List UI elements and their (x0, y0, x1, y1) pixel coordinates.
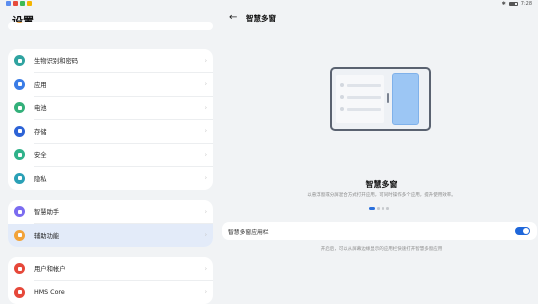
app-bar-toggle-row[interactable]: 智慧多窗应用栏 (222, 222, 537, 240)
settings-item-icon (14, 229, 25, 241)
settings-item-label: 辅助功能 (34, 232, 60, 240)
settings-item-label: 用户和帐户 (34, 266, 66, 274)
switch-knob (523, 228, 529, 234)
chevron-right-icon: › (204, 231, 207, 239)
settings-item-label: 隐私 (34, 175, 47, 183)
settings-item-label: HMS Core (34, 288, 65, 296)
settings-item[interactable]: 辅助功能 › (8, 223, 213, 247)
settings-item-icon (14, 55, 25, 67)
arrow-left-icon: ← (229, 12, 238, 23)
chevron-right-icon: › (204, 80, 207, 88)
settings-item[interactable]: HMS Core › (8, 281, 213, 304)
settings-item-icon (14, 172, 25, 184)
settings-item-label: 存储 (34, 128, 47, 136)
chevron-right-icon: › (204, 104, 207, 112)
settings-item[interactable]: 生物识别和密码 › (8, 49, 213, 73)
settings-pane: 设置 通知›生物识别和密码›应用›电池›存储›安全›隐私›智慧助手›辅助功能›用… (0, 0, 225, 304)
settings-item-label: 智慧助手 (34, 209, 60, 217)
page-dot (381, 207, 384, 210)
chevron-right-icon: › (204, 208, 207, 216)
settings-group: 通知› (8, 22, 213, 30)
chevron-right-icon: › (204, 127, 207, 135)
chevron-right-icon: › (204, 151, 207, 159)
page-dot (377, 207, 380, 210)
illustration-right-window (392, 73, 419, 125)
settings-item[interactable]: 隐私 › (8, 167, 213, 191)
illustration-divider (387, 93, 389, 103)
page-indicator (369, 207, 389, 210)
settings-item-icon (14, 22, 25, 24)
settings-item[interactable]: 智慧助手 › (8, 200, 213, 224)
chevron-right-icon: › (204, 57, 207, 65)
feature-title: 智慧多窗 (365, 180, 398, 189)
settings-item[interactable]: 通知› (8, 22, 213, 30)
settings-group: 用户和帐户 › HMS Core › (8, 257, 213, 304)
toggle-label: 智慧多窗应用栏 (228, 230, 269, 236)
detail-pane (225, 0, 538, 304)
settings-item-icon (14, 149, 25, 161)
settings-item[interactable]: 存储 › (8, 120, 213, 143)
settings-item-icon (14, 263, 25, 275)
app-bar-switch[interactable] (515, 227, 530, 235)
settings-item-label: 电池 (34, 105, 47, 113)
illustration-left-window (336, 75, 384, 123)
settings-item[interactable]: 电池 › (8, 96, 213, 120)
settings-item[interactable]: 用户和帐户 › (8, 257, 213, 281)
settings-item-icon (14, 286, 25, 298)
settings-item-icon (14, 125, 25, 137)
chevron-right-icon: › (204, 265, 207, 273)
settings-item-label: 应用 (34, 81, 47, 89)
back-button[interactable]: ← (229, 12, 237, 23)
page-title: 智慧多窗 (246, 14, 276, 23)
settings-group: 智慧助手 › 辅助功能 › (8, 200, 213, 247)
settings-group: 生物识别和密码 › 应用 › 电池 › 存储 › 安全 › 隐私 › (8, 49, 213, 190)
toggle-hint: 开启后，可以从屏幕边缘显示的应用栏快速打开智慧多窗应用 (320, 247, 443, 252)
settings-item-icon (14, 78, 25, 90)
feature-description: 以悬浮窗或分屏混合方式打开应用，可同时操作多个应用，提升使用效率。 (307, 193, 456, 198)
settings-item-icon (14, 102, 25, 114)
settings-item[interactable]: 安全 › (8, 143, 213, 167)
chevron-right-icon: › (204, 174, 207, 182)
settings-item[interactable]: 应用 › (8, 73, 213, 96)
settings-item-label: 生物识别和密码 (34, 58, 79, 66)
settings-item-label: 安全 (34, 152, 47, 160)
multi-window-illustration (330, 67, 431, 131)
settings-item-icon (14, 206, 25, 218)
page-dot (369, 207, 375, 210)
page-dot (386, 207, 389, 210)
chevron-right-icon: › (204, 288, 207, 296)
